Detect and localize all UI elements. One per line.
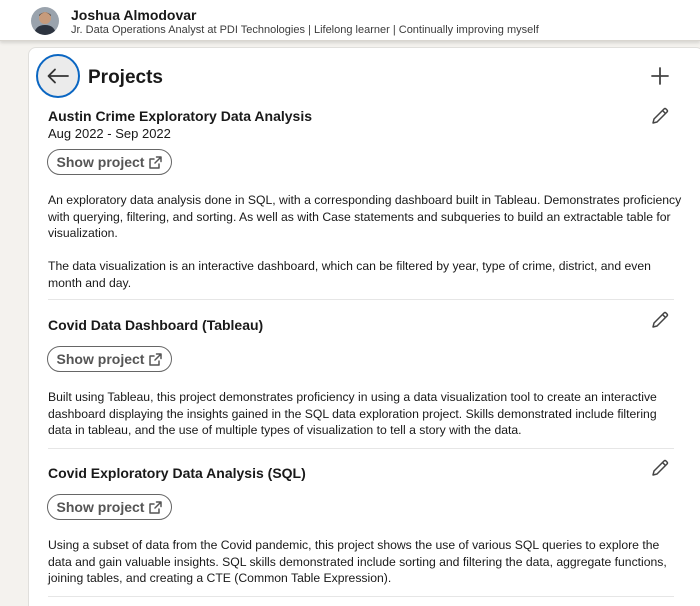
description-line: [48, 242, 676, 259]
divider: [48, 448, 674, 449]
show-project-button[interactable]: Show project: [47, 346, 172, 372]
plus-icon: [651, 67, 669, 85]
pencil-icon: [652, 107, 669, 124]
project-date: Aug 2022 - Sep 2022: [48, 126, 171, 141]
page-title: Projects: [88, 67, 163, 88]
description-line: month and day.: [48, 275, 132, 290]
profile-headline: Jr. Data Operations Analyst at PDI Techn…: [71, 24, 539, 36]
external-link-icon: [149, 352, 163, 366]
project-title: Covid Data Dashboard (Tableau): [48, 317, 264, 333]
project-description: An exploratory data analysis done in SQL…: [48, 192, 682, 291]
description-line: The data visualization is an interactive…: [48, 259, 651, 273]
profile-topbar: Joshua Almodovar Jr. Data Operations Ana…: [0, 0, 700, 41]
pencil-icon: [652, 459, 669, 476]
divider: [48, 596, 674, 597]
profile-name: Joshua Almodovar: [71, 7, 197, 23]
description-line: data in tableau, and the use of multiple…: [48, 423, 522, 437]
divider: [48, 299, 674, 300]
project-title: Austin Crime Exploratory Data Analysis: [48, 108, 313, 124]
description-line: data and gain valuable insights. SQL ski…: [48, 554, 667, 569]
show-project-label: Show project: [56, 499, 145, 515]
project-title: Covid Exploratory Data Analysis (SQL): [48, 465, 306, 481]
description-line: visualization.: [48, 226, 118, 240]
pencil-icon: [652, 311, 669, 328]
project-description: Built using Tableau, this project demons…: [48, 389, 676, 439]
show-project-label: Show project: [56, 351, 145, 367]
show-project-label: Show project: [56, 154, 145, 170]
external-link-icon: [149, 155, 163, 169]
project-description: Using a subset of data from the Covid pa…: [48, 537, 676, 587]
avatar[interactable]: [31, 7, 59, 35]
arrow-left-icon: [47, 68, 69, 84]
description-line: joining tables, and creating a CTE (Comm…: [48, 571, 392, 585]
description-line: dashboard displaying the insights gained…: [48, 406, 657, 421]
back-button[interactable]: [36, 54, 80, 98]
edit-project-button[interactable]: [648, 456, 672, 480]
description-line: Using a subset of data from the Covid pa…: [48, 538, 660, 552]
description-line: Built using Tableau, this project demons…: [48, 390, 657, 404]
description-line: with querying, filtering, and sorting. A…: [48, 209, 671, 224]
description-line: An exploratory data analysis done in SQL…: [48, 193, 682, 207]
add-project-button[interactable]: [646, 62, 674, 90]
external-link-icon: [149, 500, 163, 514]
show-project-button[interactable]: Show project: [47, 494, 172, 520]
edit-project-button[interactable]: [648, 308, 672, 332]
edit-project-button[interactable]: [648, 104, 672, 128]
show-project-button[interactable]: Show project: [47, 149, 172, 175]
